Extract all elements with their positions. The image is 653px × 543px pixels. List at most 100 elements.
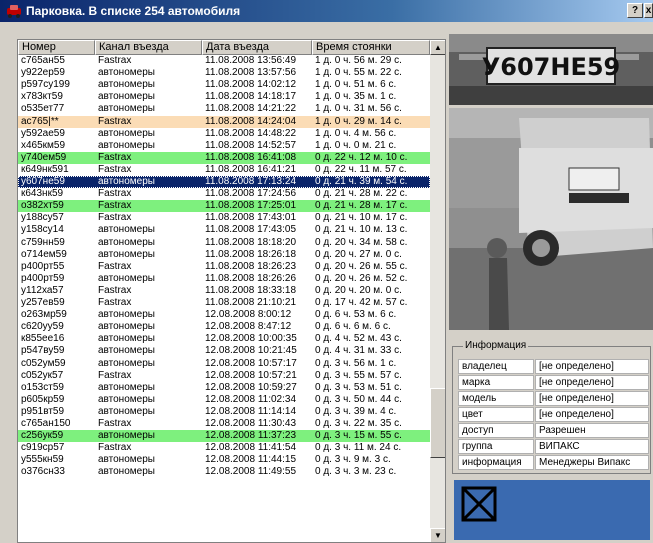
cell-channel: автономеры <box>98 91 155 103</box>
cell-duration: 1 д. 0 ч. 4 м. 56 с. <box>315 127 397 139</box>
info-row-color: цвет [не определено] <box>458 407 649 422</box>
cell-date: 12.08.2008 10:59:27 <box>205 381 297 393</box>
cell-number: у112ха57 <box>21 284 64 296</box>
cell-number: р400рт55 <box>21 260 65 272</box>
scroll-down-button[interactable]: ▼ <box>430 528 445 542</box>
cell-date: 11.08.2008 16:41:08 <box>205 151 297 163</box>
parking-list[interactable]: Номер Канал въезда Дата въезда Время сто… <box>17 39 446 543</box>
cell-channel: Fastrax <box>98 212 132 224</box>
table-row[interactable]: о535ет77 автономеры 11.08.2008 14:21:22 1 д… <box>18 103 430 115</box>
cell-channel: автономеры <box>98 272 155 284</box>
cell-number: у592ае59 <box>21 127 65 139</box>
table-row[interactable]: к643нк59 Fastrax 11.08.2008 17:24:56 0 д. 2… <box>18 188 430 200</box>
cell-date: 12.08.2008 11:44:15 <box>205 454 297 466</box>
vertical-scrollbar[interactable]: ▲ ▼ <box>430 40 445 542</box>
overview-camera-image <box>449 108 653 330</box>
table-row[interactable]: ас765|** Fastrax 11.08.2008 14:24:04 1 д. 0… <box>18 115 430 128</box>
table-row[interactable]: у158су14 автономеры 11.08.2008 17:43:05 0 д… <box>18 224 430 236</box>
info-value: [не определено] <box>535 359 649 374</box>
column-header-number[interactable]: Номер <box>18 40 95 55</box>
scroll-thumb[interactable] <box>430 388 445 458</box>
cell-channel: автономеры <box>98 321 155 333</box>
table-row[interactable]: р400рт59 автономеры 11.08.2008 18:26:26 0 д… <box>18 273 430 285</box>
scroll-up-button[interactable]: ▲ <box>430 40 445 55</box>
info-row-information: информация Менеджеры Випакс <box>458 455 649 470</box>
cell-number: о535ет77 <box>21 103 65 115</box>
cell-date: 11.08.2008 21:10:21 <box>205 297 297 308</box>
cell-duration: 1 д. 0 ч. 29 м. 14 с. <box>315 115 402 127</box>
cell-number: с765ан55 <box>21 55 65 66</box>
info-key: модель <box>458 391 534 406</box>
cell-number: р400рт59 <box>21 272 65 284</box>
close-button[interactable]: x <box>644 3 653 18</box>
cell-number: у607не59 <box>21 176 65 187</box>
cell-channel: Fastrax <box>98 297 132 308</box>
cell-number: о153ст59 <box>21 381 64 393</box>
cell-channel: автономеры <box>98 430 155 442</box>
cell-number: у922ер59 <box>21 67 65 79</box>
cell-duration: 1 д. 0 ч. 31 м. 56 с. <box>315 103 402 115</box>
table-row[interactable]: о376сн33 автономеры 12.08.2008 11:49:55 0 д… <box>18 466 430 478</box>
table-row[interactable]: с919ср57 Fastrax 12.08.2008 11:41:54 0 д. 3… <box>18 442 430 454</box>
scroll-down-icon: ▼ <box>434 531 442 540</box>
cell-date: 12.08.2008 8:47:12 <box>205 321 292 333</box>
table-row[interactable]: с759нн59 автономеры 11.08.2008 18:18:20 0 д… <box>18 237 430 249</box>
table-row[interactable]: р547ву59 автономеры 12.08.2008 10:21:45 0 д… <box>18 345 430 357</box>
table-row[interactable]: у112ха57 Fastrax 11.08.2008 18:33:18 0 д. 2… <box>18 285 430 297</box>
cell-number: у555кн59 <box>21 454 64 466</box>
table-row[interactable]: у922ер59 автономеры 11.08.2008 13:57:56 1 д… <box>18 67 430 79</box>
cell-date: 12.08.2008 11:41:54 <box>205 442 297 454</box>
table-row[interactable]: к649нк591 Fastrax 11.08.2008 16:41:21 0 д. … <box>18 164 430 176</box>
table-row[interactable]: с765ан55 Fastrax 11.08.2008 13:56:49 1 д. 0… <box>18 55 430 67</box>
info-row-access: доступ Разрешен <box>458 423 649 438</box>
cell-date: 12.08.2008 10:21:45 <box>205 345 297 357</box>
column-header-duration[interactable]: Время стоянки <box>312 40 430 55</box>
table-row[interactable]: у257ев59 Fastrax 11.08.2008 21:10:21 0 д. 1… <box>18 297 430 309</box>
cell-duration: 0 д. 22 ч. 12 м. 10 с. <box>315 151 408 163</box>
table-row[interactable]: р605кр59 автономеры 12.08.2008 11:02:34 0 д… <box>18 394 430 406</box>
info-groupbox: Информация владелец [не определено] марк… <box>452 340 651 474</box>
cell-channel: Fastrax <box>98 163 132 175</box>
window-title: Парковка. В списке 254 автомобиля <box>26 4 241 18</box>
cell-number: х783кт59 <box>21 91 63 103</box>
table-row[interactable]: х465км59 автономеры 11.08.2008 14:52:57 1 д… <box>18 140 430 152</box>
table-row[interactable]: с765ан150 Fastrax 12.08.2008 11:30:43 0 д. … <box>18 418 430 430</box>
cell-date: 11.08.2008 14:21:22 <box>205 103 297 115</box>
cell-channel: Fastrax <box>98 151 132 163</box>
table-row[interactable]: х783кт59 автономеры 11.08.2008 14:18:17 1 д… <box>18 91 430 103</box>
cell-duration: 0 д. 21 ч. 28 м. 17 с. <box>315 200 408 212</box>
table-row[interactable]: с256ук59 автономеры 12.08.2008 11:37:23 0 д… <box>18 430 430 443</box>
table-row[interactable]: о714ем59 автономеры 11.08.2008 18:26:18 0 д… <box>18 249 430 261</box>
table-row[interactable]: с052ук57 Fastrax 12.08.2008 10:57:21 0 д. 3… <box>18 370 430 382</box>
cell-duration: 0 д. 4 ч. 31 м. 33 с. <box>315 345 402 357</box>
parking-window: Парковка. В списке 254 автомобиля ? x Но… <box>0 0 653 543</box>
cell-number: к643нк59 <box>21 188 64 200</box>
no-image-icon <box>461 486 497 522</box>
cell-channel: Fastrax <box>98 418 132 429</box>
table-row[interactable]: р400рт55 Fastrax 11.08.2008 18:26:23 0 д. 2… <box>18 261 430 273</box>
cell-date: 12.08.2008 11:30:43 <box>205 418 297 429</box>
info-row-group: группа ВИПАКС <box>458 439 649 454</box>
table-row[interactable]: о263мр59 автономеры 12.08.2008 8:00:12 0 д.… <box>18 309 430 321</box>
table-row[interactable]: р951вт59 автономеры 12.08.2008 11:14:14 0 д… <box>18 406 430 418</box>
table-row[interactable]: у740ем59 Fastrax 11.08.2008 16:41:08 0 д. 2… <box>18 151 430 164</box>
table-row[interactable]: у188су57 Fastrax 11.08.2008 17:43:01 0 д. 2… <box>18 212 430 224</box>
table-row[interactable]: с620уу59 автономеры 12.08.2008 8:47:12 0 д.… <box>18 321 430 333</box>
table-row[interactable]: у607не59 автономеры 11.08.2008 17:13:24 0 д… <box>18 176 430 188</box>
cell-date: 11.08.2008 14:52:57 <box>205 139 297 151</box>
column-header-date[interactable]: Дата въезда <box>202 40 312 55</box>
table-row[interactable]: р597су199 автономеры 11.08.2008 14:02:12 1 … <box>18 79 430 91</box>
table-row[interactable]: о382хт59 Fastrax 11.08.2008 17:25:01 0 д. 2… <box>18 200 430 213</box>
app-icon <box>7 5 21 18</box>
table-row[interactable]: к855ее16 автономеры 12.08.2008 10:00:35 0 д… <box>18 333 430 345</box>
help-button[interactable]: ? <box>627 3 643 18</box>
table-row[interactable]: у555кн59 автономеры 12.08.2008 11:44:15 0 д… <box>18 454 430 466</box>
column-header-channel[interactable]: Канал въезда <box>95 40 202 55</box>
cell-channel: автономеры <box>98 103 155 115</box>
cell-channel: автономеры <box>98 176 155 187</box>
cell-duration: 1 д. 0 ч. 0 м. 21 с. <box>315 139 397 151</box>
table-row[interactable]: с052ум59 автономеры 12.08.2008 10:57:17 0 д… <box>18 358 430 370</box>
table-row[interactable]: о153ст59 автономеры 12.08.2008 10:59:27 0 д… <box>18 382 430 394</box>
cell-date: 11.08.2008 14:24:04 <box>205 115 297 127</box>
table-row[interactable]: у592ае59 автономеры 11.08.2008 14:48:22 1 д… <box>18 128 430 140</box>
